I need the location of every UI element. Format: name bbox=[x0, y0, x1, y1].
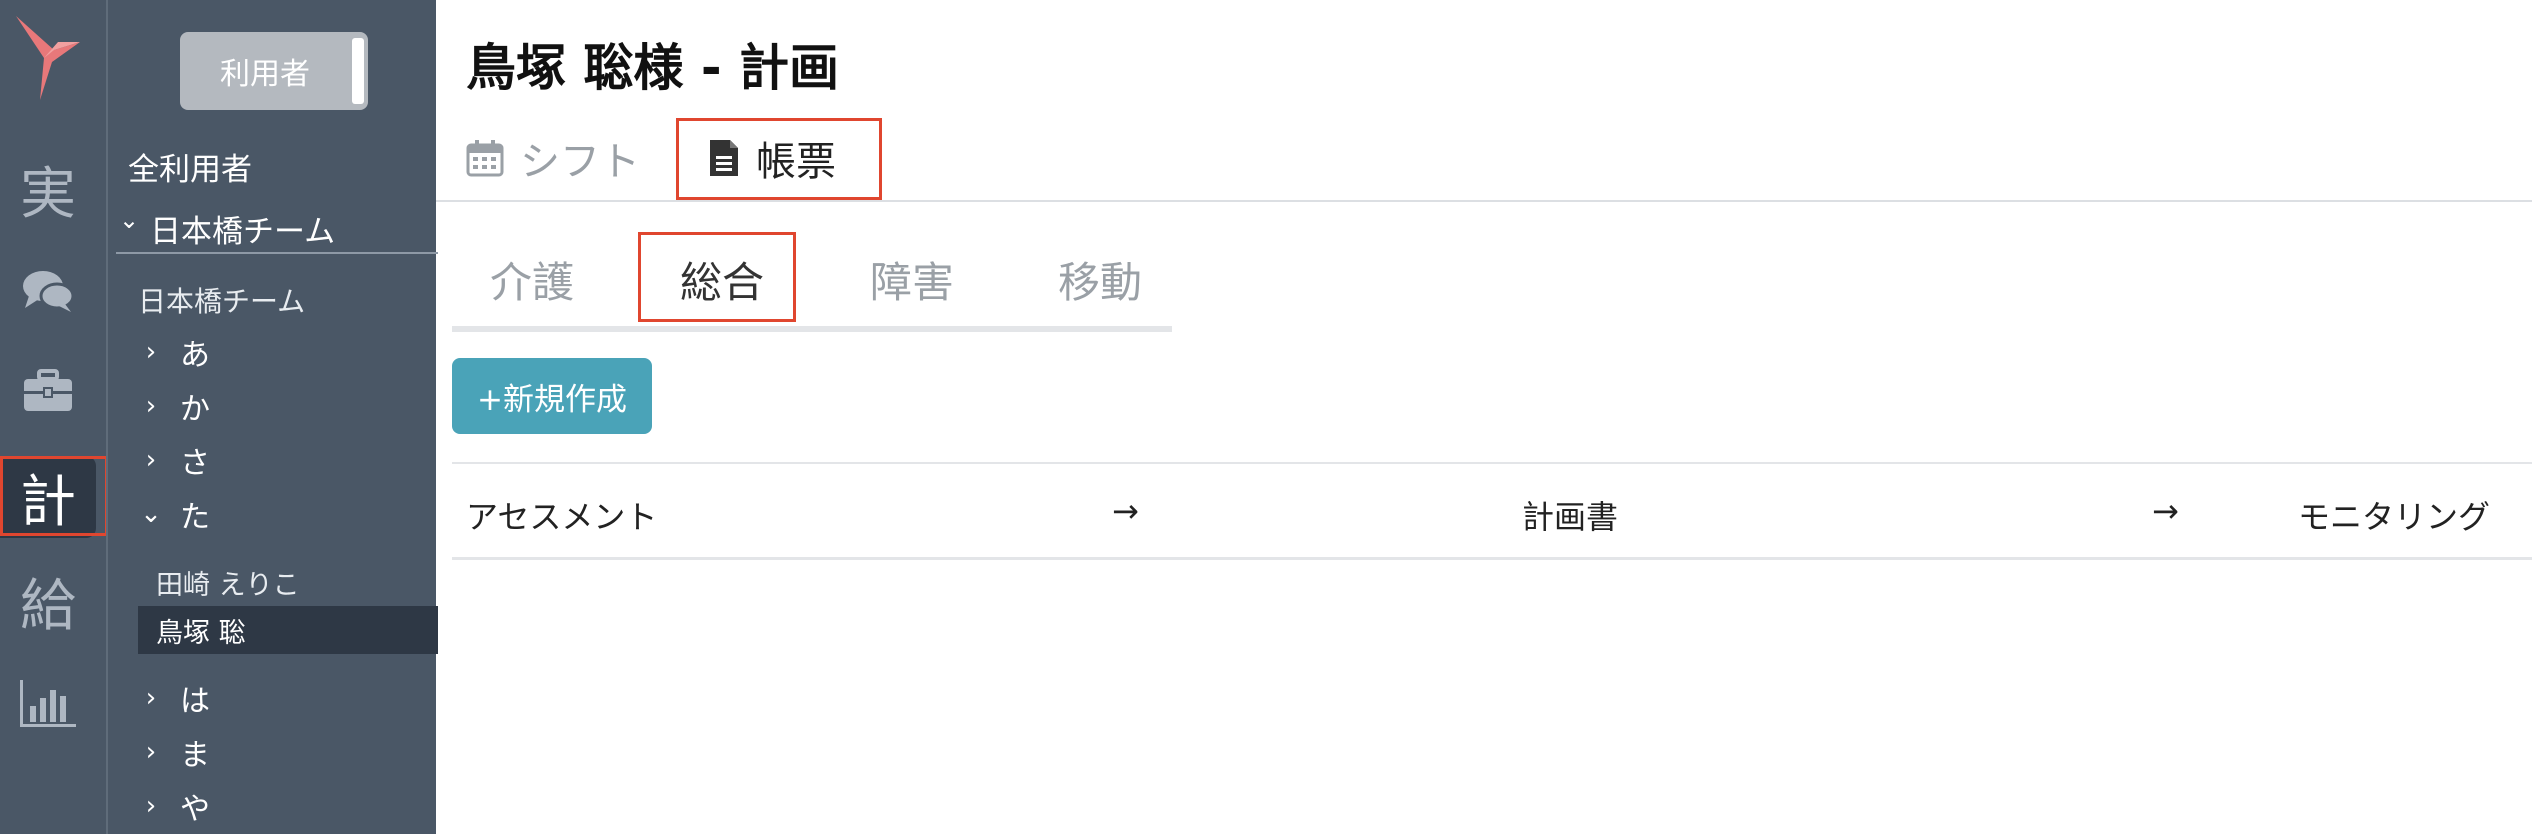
rail-chat-button[interactable] bbox=[0, 250, 96, 332]
user-mode-toggle-label: 利用者 bbox=[220, 57, 310, 92]
user-item-label: 鳥塚 聡 bbox=[156, 617, 246, 649]
flow-arrow: → bbox=[2152, 492, 2179, 530]
chevron-right-icon: › bbox=[145, 337, 157, 367]
bar-chart-icon bbox=[18, 678, 78, 728]
tab-documents-label: 帳票 bbox=[756, 139, 836, 185]
hummingbird-logo-icon[interactable] bbox=[14, 12, 84, 102]
kana-group-label: ま bbox=[180, 738, 210, 773]
chevron-right-icon: › bbox=[145, 391, 157, 421]
flow-step-monitoring[interactable]: モニタリング bbox=[2298, 492, 2490, 538]
rail-plan-label: 計 bbox=[20, 469, 76, 535]
flow-arrow: → bbox=[1112, 492, 1139, 530]
flow-step-assessment[interactable]: アセスメント bbox=[466, 492, 657, 538]
tab-general[interactable]: 総合 bbox=[642, 234, 802, 324]
rail-plan-button[interactable]: 計 bbox=[0, 456, 96, 538]
kana-group-label: さ bbox=[180, 446, 210, 481]
team-name-label[interactable]: 日本橋チーム bbox=[138, 280, 305, 320]
user-mode-toggle[interactable]: 利用者 bbox=[180, 32, 368, 110]
rail-actual-label: 実 bbox=[20, 161, 76, 227]
document-icon bbox=[708, 138, 740, 178]
tab-shift[interactable]: シフト bbox=[466, 118, 640, 198]
kana-group-ta[interactable]: ⌄ た bbox=[138, 494, 210, 535]
app-rail: 実 計 給 bbox=[0, 0, 108, 834]
chevron-right-icon: › bbox=[145, 737, 157, 767]
user-item-label: 田崎 えりこ bbox=[156, 569, 300, 601]
plan-type-tab-bar: 介護 総合 障害 移動 bbox=[452, 234, 1172, 332]
rail-stats-button[interactable] bbox=[0, 662, 96, 744]
team-group-header[interactable]: ⌄ 日本橋チーム bbox=[116, 206, 438, 254]
flow-step-plan[interactable]: 計画書 bbox=[1522, 492, 1618, 538]
kana-group-label: は bbox=[180, 684, 210, 719]
calendar-icon bbox=[466, 139, 504, 177]
user-item-torizuka[interactable]: 鳥塚 聡 bbox=[138, 606, 438, 654]
kana-group-ya[interactable]: › や bbox=[138, 786, 210, 827]
tab-care[interactable]: 介護 bbox=[452, 234, 612, 324]
kana-group-label: か bbox=[180, 392, 210, 427]
chevron-down-icon: ⌄ bbox=[118, 206, 140, 234]
chevron-right-icon: › bbox=[145, 683, 157, 713]
chevron-down-icon: ⌄ bbox=[140, 499, 162, 529]
tab-documents[interactable]: 帳票 bbox=[708, 118, 836, 198]
briefcase-icon bbox=[22, 369, 74, 413]
rail-work-button[interactable] bbox=[0, 350, 96, 432]
kana-group-ha[interactable]: › は bbox=[138, 678, 210, 719]
top-tab-bar: シフト 帳票 bbox=[436, 118, 2532, 202]
team-group-label: 日本橋チーム bbox=[150, 214, 336, 250]
plan-flow-row: アセスメント → 計画書 → モニタリング bbox=[452, 462, 2532, 560]
all-users-link[interactable]: 全利用者 bbox=[128, 144, 252, 189]
kana-group-label: た bbox=[180, 500, 210, 535]
chevron-right-icon: › bbox=[145, 445, 157, 475]
tab-shift-label: シフト bbox=[520, 139, 640, 185]
main-content: 鳥塚 聡様 - 計画 シフト 帳票 介護 総合 障害 移動 +新規作成 アセスメ… bbox=[436, 0, 2532, 834]
chevron-right-icon: › bbox=[145, 791, 157, 821]
rail-actual-button[interactable]: 実 bbox=[0, 148, 96, 230]
chat-bubbles-icon bbox=[21, 268, 75, 314]
rail-salary-label: 給 bbox=[20, 573, 76, 639]
tab-mobility[interactable]: 移動 bbox=[1020, 234, 1180, 324]
create-new-button[interactable]: +新規作成 bbox=[452, 358, 652, 434]
kana-group-ma[interactable]: › ま bbox=[138, 732, 210, 773]
toggle-knob bbox=[352, 38, 364, 104]
kana-group-sa[interactable]: › さ bbox=[138, 440, 210, 481]
kana-group-label: あ bbox=[180, 338, 210, 373]
kana-group-ka[interactable]: › か bbox=[138, 386, 210, 427]
kana-group-a[interactable]: › あ bbox=[138, 332, 210, 373]
page-title: 鳥塚 聡様 - 計画 bbox=[466, 39, 839, 97]
rail-salary-button[interactable]: 給 bbox=[0, 560, 96, 642]
kana-group-label: や bbox=[180, 792, 210, 827]
tab-disability[interactable]: 障害 bbox=[832, 234, 992, 324]
user-item-tasaki[interactable]: 田崎 えりこ bbox=[138, 558, 438, 606]
user-sidebar: 利用者 全利用者 ⌄ 日本橋チーム 日本橋チーム › あ › か › さ ⌄ た… bbox=[106, 0, 438, 834]
